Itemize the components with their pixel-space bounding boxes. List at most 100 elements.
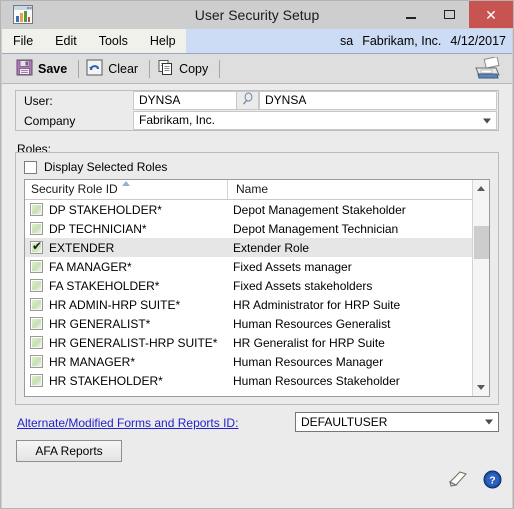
maximize-button[interactable] — [430, 1, 469, 28]
row-checkbox-icon[interactable] — [30, 374, 43, 387]
list-header: Security Role ID Name — [25, 180, 489, 200]
table-row[interactable]: FA MANAGER* Fixed Assets manager — [25, 257, 473, 276]
chevron-down-icon — [485, 419, 493, 425]
table-row[interactable]: HR MANAGER* Human Resources Manager — [25, 352, 473, 371]
column-header-security-role-id-label: Security Role ID — [31, 182, 118, 196]
status-company: Fabrikam, Inc. — [362, 34, 442, 48]
cell-role-name: Extender Role — [233, 240, 310, 255]
user-lookup-button[interactable] — [237, 91, 259, 110]
company-combobox[interactable]: Fabrikam, Inc. — [133, 111, 497, 130]
help-icon[interactable]: ? — [483, 470, 502, 492]
undo-arrow-icon — [86, 59, 103, 79]
toolbar: Save Clear Copy — [2, 54, 512, 84]
afa-reports-button[interactable]: AFA Reports — [16, 440, 122, 462]
client-area: User: DYNSA DYNSA Company Fabrikam, Inc. — [2, 84, 512, 508]
menu-edit[interactable]: Edit — [44, 29, 88, 53]
save-floppy-icon — [16, 59, 33, 79]
scroll-up-button[interactable] — [473, 180, 489, 197]
cell-security-role-id: HR GENERALIST-HRP SUITE* — [49, 335, 218, 350]
save-button[interactable]: Save — [14, 57, 73, 81]
cell-security-role-id: EXTENDER — [49, 240, 115, 255]
status-bar-info: sa Fabrikam, Inc. 4/12/2017 — [340, 29, 506, 53]
checkbox-fill — [32, 300, 41, 309]
printer-icon[interactable] — [472, 56, 502, 81]
minimize-icon — [405, 16, 416, 19]
close-icon: ✕ — [485, 6, 497, 23]
checkbox-icon — [24, 160, 37, 174]
user-name-input[interactable]: DYNSA — [259, 91, 497, 110]
menu-help[interactable]: Help — [139, 29, 187, 53]
row-checkbox-icon[interactable] — [30, 298, 43, 311]
clear-button[interactable]: Clear — [84, 57, 144, 81]
table-row[interactable]: HR GENERALIST-HRP SUITE* HR Generalist fo… — [25, 333, 473, 352]
status-date: 4/12/2017 — [450, 34, 506, 48]
sort-ascending-icon — [122, 181, 130, 186]
cell-security-role-id: FA STAKEHOLDER* — [49, 278, 160, 293]
copy-pages-icon — [157, 59, 174, 79]
cell-role-name: Fixed Assets stakeholders — [233, 278, 373, 293]
checkbox-fill — [32, 376, 41, 385]
close-button[interactable]: ✕ — [469, 1, 513, 28]
column-header-security-role-id[interactable]: Security Role ID — [31, 180, 130, 199]
cell-security-role-id: FA MANAGER* — [49, 259, 132, 274]
caption-buttons: ✕ — [391, 1, 513, 28]
table-row[interactable]: DP STAKEHOLDER* Depot Management Stakehol… — [25, 200, 473, 219]
cell-security-role-id: HR MANAGER* — [49, 354, 136, 369]
cell-role-name: Depot Management Stakeholder — [233, 202, 406, 217]
lookup-magnifier-icon — [241, 92, 255, 109]
cell-security-role-id: DP TECHNICIAN* — [49, 221, 147, 236]
menu-file[interactable]: File — [2, 29, 44, 53]
alternate-modified-forms-combobox[interactable]: DEFAULTUSER — [295, 412, 499, 432]
cell-security-role-id: HR STAKEHOLDER* — [49, 373, 163, 388]
minimize-button[interactable] — [391, 1, 430, 28]
toolbar-separator-2 — [149, 59, 151, 78]
table-row[interactable]: HR STAKEHOLDER* Human Resources Stakehold… — [25, 371, 473, 390]
user-input[interactable]: DYNSA — [133, 91, 237, 110]
row-checkbox-icon[interactable] — [30, 317, 43, 330]
checkbox-fill — [32, 338, 41, 347]
table-row[interactable]: FA STAKEHOLDER* Fixed Assets stakeholders — [25, 276, 473, 295]
list-body[interactable]: DP STAKEHOLDER* Depot Management Stakehol… — [25, 200, 473, 396]
display-selected-roles-checkbox[interactable]: Display Selected Roles — [24, 160, 167, 174]
security-roles-list: Security Role ID Name DP STAKEHOLDER* Dep… — [24, 179, 490, 397]
check-mark-icon: ✔ — [32, 239, 43, 253]
user-security-setup-window: User Security Setup ✕ File Edit Tools He… — [0, 0, 514, 509]
toolbar-separator-3 — [219, 59, 221, 78]
checkbox-fill — [32, 319, 41, 328]
checkbox-fill — [32, 281, 41, 290]
alternate-modified-forms-link[interactable]: Alternate/Modified Forms and Reports ID: — [17, 416, 238, 430]
checkbox-fill — [32, 357, 41, 366]
list-vertical-scrollbar[interactable] — [472, 180, 489, 396]
cell-security-role-id: HR GENERALIST* — [49, 316, 151, 331]
cell-role-name: Depot Management Technician — [233, 221, 399, 236]
column-header-name[interactable]: Name — [227, 180, 268, 199]
row-checkbox-icon[interactable] — [30, 260, 43, 273]
cell-role-name: HR Generalist for HRP Suite — [233, 335, 385, 350]
row-checkbox-checked-icon[interactable]: ✔ — [30, 239, 43, 254]
save-button-label: Save — [38, 61, 68, 76]
chevron-down-icon — [483, 118, 491, 123]
menu-tools[interactable]: Tools — [88, 29, 139, 53]
table-row[interactable]: HR GENERALIST* Human Resources Generalist — [25, 314, 473, 333]
row-checkbox-icon[interactable] — [30, 355, 43, 368]
table-row[interactable]: ✔ EXTENDER Extender Role — [25, 238, 473, 257]
toolbar-separator-1 — [78, 59, 80, 78]
copy-button[interactable]: Copy — [155, 57, 214, 81]
row-checkbox-icon[interactable] — [30, 203, 43, 216]
cell-role-name: HR Administrator for HRP Suite — [233, 297, 401, 312]
scroll-down-button[interactable] — [473, 379, 489, 396]
cell-role-name: Human Resources Generalist — [233, 316, 391, 331]
company-field-row: Company Fabrikam, Inc. — [16, 111, 498, 131]
checkbox-fill — [32, 224, 41, 233]
copy-button-label: Copy — [179, 61, 209, 76]
note-icon[interactable] — [447, 469, 469, 492]
row-checkbox-icon[interactable] — [30, 222, 43, 235]
checkbox-fill — [32, 262, 41, 271]
scrollbar-thumb[interactable] — [474, 226, 489, 259]
row-checkbox-icon[interactable] — [30, 279, 43, 292]
table-row[interactable]: DP TECHNICIAN* Depot Management Technicia… — [25, 219, 473, 238]
menu-items: File Edit Tools Help — [2, 29, 186, 53]
row-checkbox-icon[interactable] — [30, 336, 43, 349]
cell-role-name: Human Resources Stakeholder — [233, 373, 400, 388]
table-row[interactable]: HR ADMIN-HRP SUITE* HR Administrator for … — [25, 295, 473, 314]
